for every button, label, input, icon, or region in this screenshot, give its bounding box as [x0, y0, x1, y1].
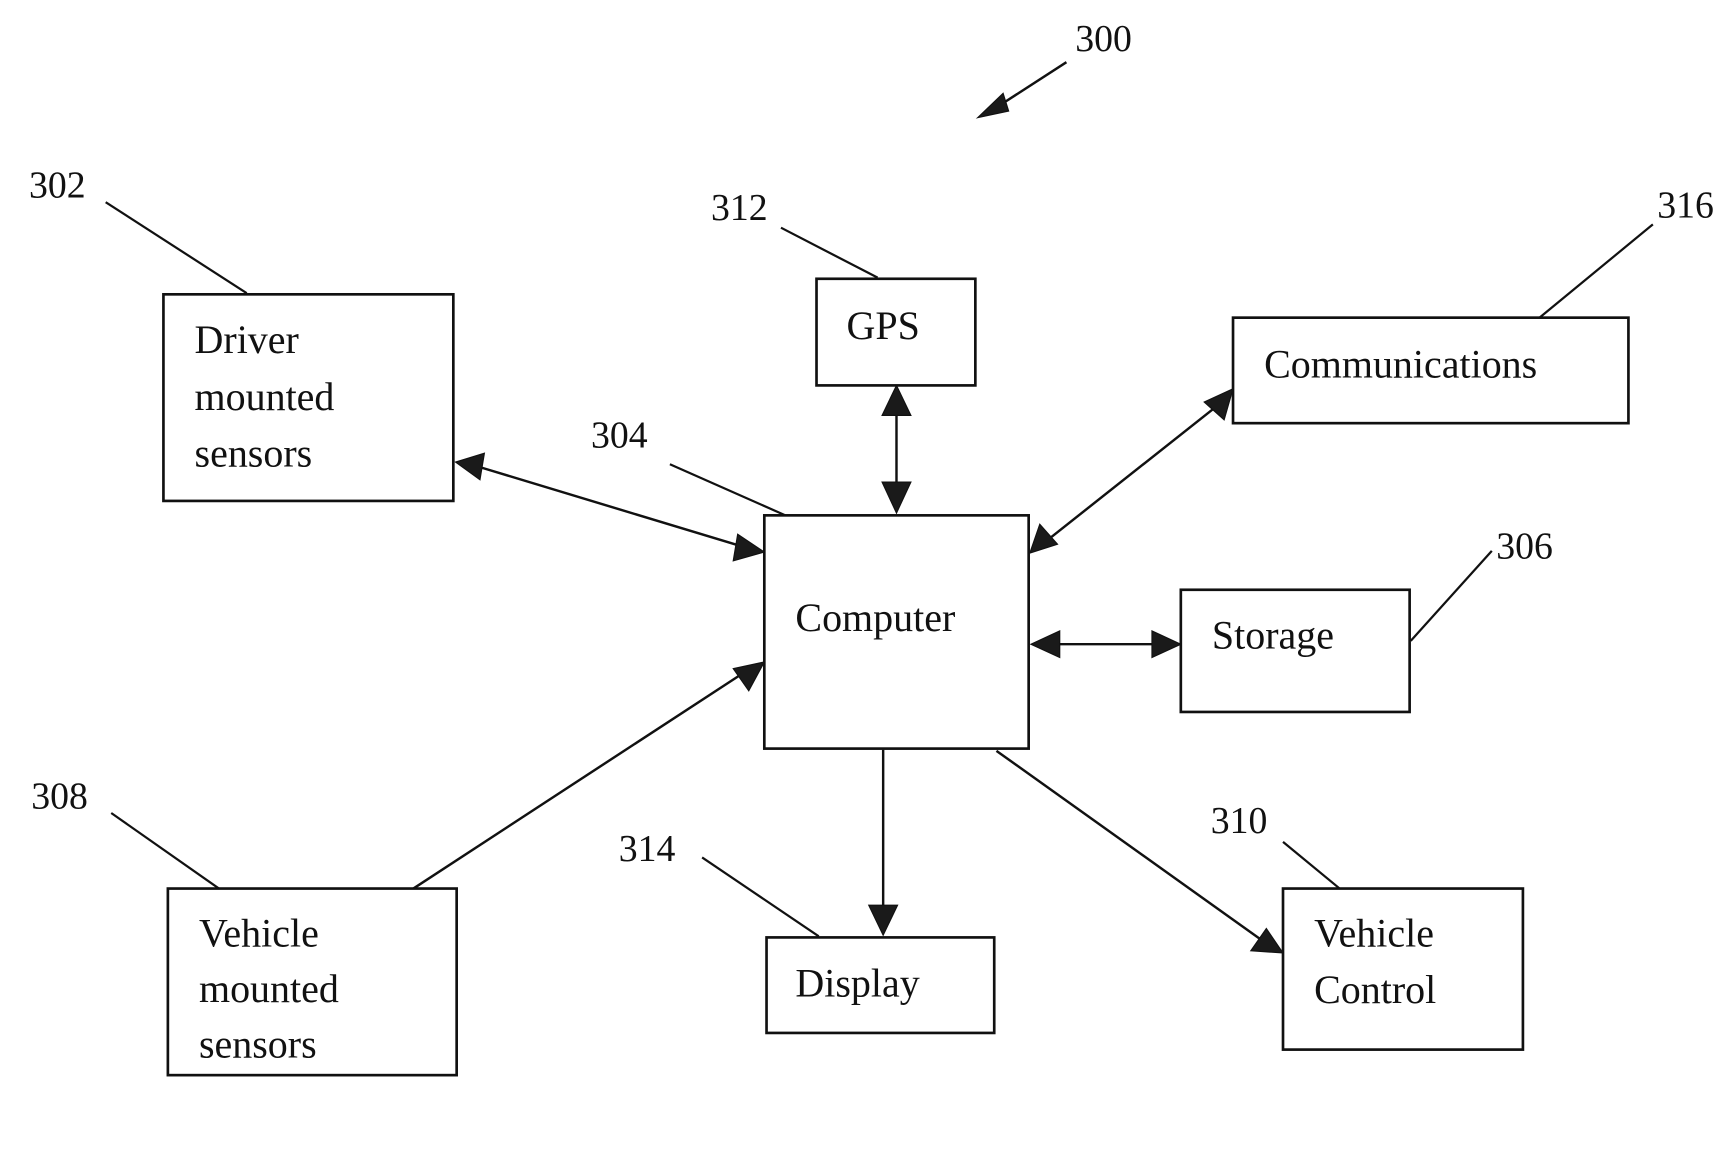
figure-reference: 300 [975, 18, 1132, 119]
driver-sensors-label-line-2: mounted [195, 374, 335, 419]
driver-sensors-label-line-1: Driver [195, 317, 299, 362]
display-leader [701, 856, 820, 938]
figure-reference-label: 300 [1075, 18, 1132, 60]
block-driver-sensors: Driver mounted sensors 302 [29, 165, 455, 503]
driver-sensors-ref: 302 [29, 165, 86, 207]
arrowhead-icon [975, 92, 1010, 119]
vehicle-sensors-label-line-1: Vehicle [199, 910, 319, 955]
storage-label: Storage [1212, 613, 1334, 658]
arrowhead-icon [881, 384, 912, 416]
vehicle-sensors-label-line-3: sensors [199, 1021, 317, 1066]
block-gps: GPS 312 [711, 187, 977, 387]
storage-ref: 306 [1496, 526, 1553, 568]
connection-computer-vehicle-control [995, 749, 1265, 943]
gps-label: GPS [847, 303, 920, 348]
computer-leader [669, 463, 786, 517]
connection-vehicle-sensors-computer [412, 669, 748, 890]
arrowhead-icon [867, 904, 899, 937]
arrowhead-icon [1249, 927, 1285, 954]
block-display: Display 314 [619, 828, 996, 1035]
display-ref: 314 [619, 828, 676, 870]
storage-leader [1409, 550, 1493, 642]
block-diagram: 300 Driver mounted sensors 302 GPS 312 C… [29, 18, 1714, 1077]
vehicle-control-label-line-1: Vehicle [1314, 910, 1434, 955]
connection-communications-computer [1045, 401, 1223, 542]
block-storage: Storage 306 [1179, 526, 1553, 714]
communications-leader [1538, 223, 1654, 319]
arrowhead-icon [454, 452, 486, 481]
arrowhead-icon [1203, 387, 1234, 421]
vehicle-control-ref: 310 [1211, 800, 1268, 842]
block-computer: Computer 304 [591, 415, 1030, 750]
computer-ref: 304 [591, 415, 648, 457]
driver-sensors-label-line-3: sensors [195, 430, 313, 475]
communications-label: Communications [1264, 342, 1537, 387]
gps-ref: 312 [711, 187, 768, 229]
vehicle-sensors-leader [110, 812, 220, 890]
driver-sensors-leader [105, 201, 248, 295]
arrowhead-icon [1029, 630, 1061, 659]
arrowhead-icon [732, 533, 766, 562]
arrowhead-icon [881, 481, 912, 515]
display-label: Display [795, 960, 919, 1005]
gps-leader [780, 226, 879, 279]
vehicle-control-leader [1282, 841, 1341, 890]
block-communications: Communications 316 [1231, 185, 1714, 425]
vehicle-control-label-line-2: Control [1314, 967, 1436, 1012]
arrowhead-icon [1028, 523, 1059, 554]
vehicle-sensors-ref: 308 [31, 776, 88, 818]
arrowhead-icon [1151, 630, 1183, 659]
block-vehicle-sensors: Vehicle mounted sensors 308 [31, 776, 458, 1077]
block-vehicle-control: Vehicle Control 310 [1211, 800, 1525, 1051]
vehicle-sensors-label-line-2: mounted [199, 966, 339, 1011]
computer-label: Computer [795, 595, 955, 640]
communications-ref: 316 [1657, 185, 1714, 227]
